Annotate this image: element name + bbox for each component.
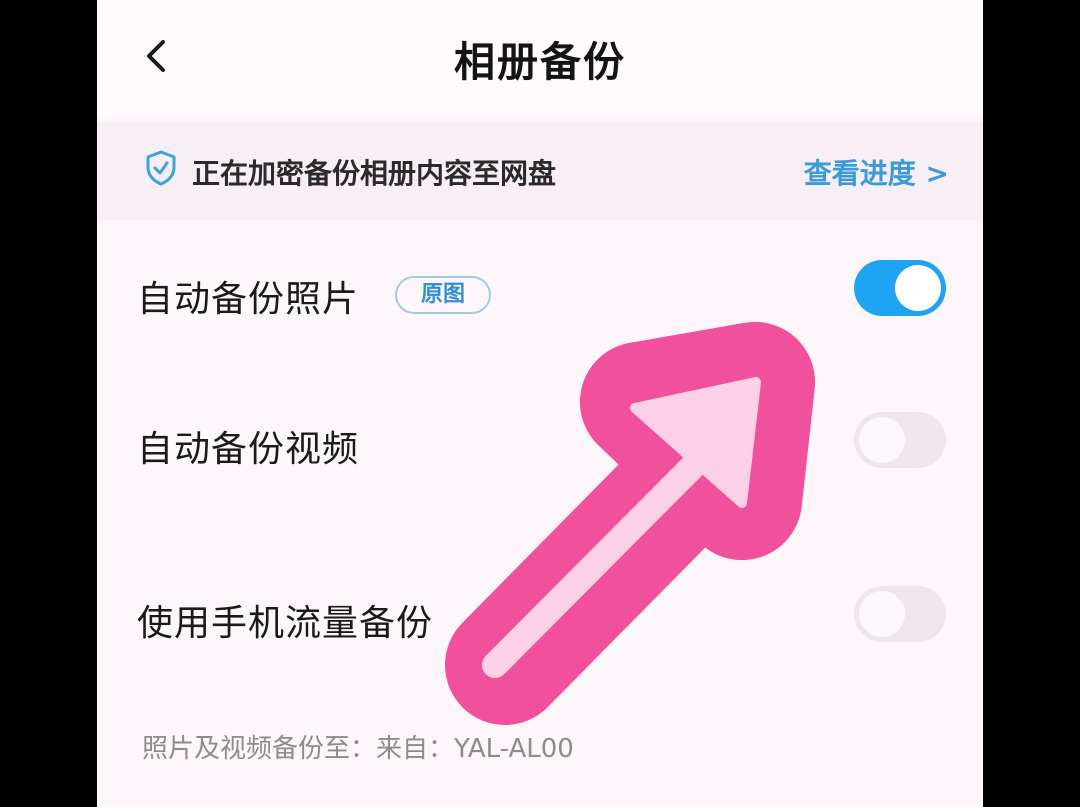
page-title: 相册备份 (454, 38, 626, 86)
header-bar: 相册备份 (97, 0, 983, 118)
backup-destination-text: 照片及视频备份至：来自：YAL-AL00 (142, 734, 574, 764)
mobile-data-backup-row[interactable]: 使用手机流量备份 (97, 548, 983, 678)
toggle-knob (895, 265, 941, 311)
toggle-knob (859, 417, 905, 463)
original-quality-badge[interactable]: 原图 (395, 276, 491, 314)
banner-text: 正在加密备份相册内容至网盘 (192, 157, 557, 190)
mobile-data-backup-toggle[interactable] (854, 586, 946, 642)
auto-backup-videos-row[interactable]: 自动备份视频 (97, 374, 983, 504)
view-progress-link[interactable]: 查看进度 > (804, 152, 949, 192)
mobile-data-backup-label: 使用手机流量备份 (137, 603, 434, 644)
shield-check-icon (146, 150, 176, 186)
toggle-knob (859, 591, 905, 637)
auto-backup-videos-label: 自动备份视频 (137, 429, 360, 470)
auto-backup-photos-label: 自动备份照片 (137, 279, 360, 320)
auto-backup-videos-toggle[interactable] (854, 412, 946, 468)
auto-backup-photos-toggle[interactable] (854, 260, 946, 316)
auto-backup-photos-row[interactable]: 自动备份照片 原图 (97, 224, 983, 354)
backup-status-banner: 正在加密备份相册内容至网盘 查看进度 > (97, 122, 983, 220)
album-backup-screen: 相册备份 正在加密备份相册内容至网盘 查看进度 > 自动备份照片 原图 自动备份… (97, 0, 983, 807)
